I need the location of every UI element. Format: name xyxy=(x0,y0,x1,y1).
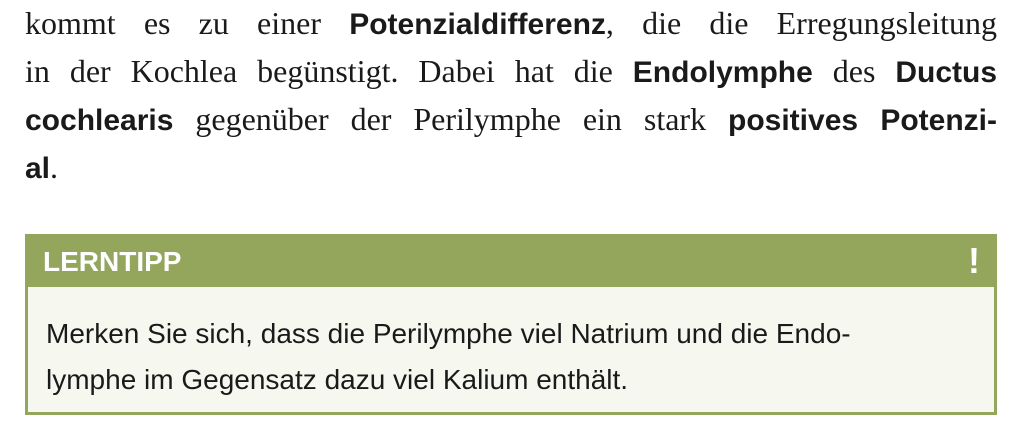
text-run: gegenüber der Perilymphe ein stark xyxy=(173,101,729,137)
paragraph-line: al. xyxy=(25,144,997,192)
bold-term: al xyxy=(25,152,51,185)
text-run: . xyxy=(50,149,59,185)
bold-term: positives Potenzi- xyxy=(728,104,997,137)
text-run: , die die Erregungsleitung xyxy=(605,5,998,41)
tip-title: LERNTIPP xyxy=(43,246,182,277)
bold-term: Potenzialdifferenz xyxy=(349,8,606,41)
learning-tip-box: LERNTIPP ! Merken Sie sich, dass die Per… xyxy=(25,234,997,415)
text-run: kommt es zu einer xyxy=(25,5,350,41)
text-run: in der Kochlea begünstigt. Dabei hat die xyxy=(25,53,633,89)
paragraph-line: in der Kochlea begünstigt. Dabei hat die… xyxy=(25,48,997,96)
tip-line: lymphe im Gegensatz dazu viel Kalium ent… xyxy=(46,364,629,395)
paragraph-line: kommt es zu einer Potenzialdifferenz, di… xyxy=(25,0,997,48)
exclamation-icon: ! xyxy=(968,240,980,281)
body-paragraph: kommt es zu einer Potenzialdifferenz, di… xyxy=(25,0,997,192)
bold-term: Endolymphe xyxy=(632,56,813,89)
text-run: des xyxy=(812,53,896,89)
tip-line: Merken Sie sich, dass die Perilymphe vie… xyxy=(46,318,851,349)
tip-body: Merken Sie sich, dass die Perilymphe vie… xyxy=(46,311,976,403)
bold-term: cochlearis xyxy=(25,104,174,137)
paragraph-line: cochlearis gegenüber der Perilymphe ein … xyxy=(25,96,997,144)
bold-term: Ductus xyxy=(895,56,998,89)
tip-header: LERNTIPP ! xyxy=(28,237,994,287)
